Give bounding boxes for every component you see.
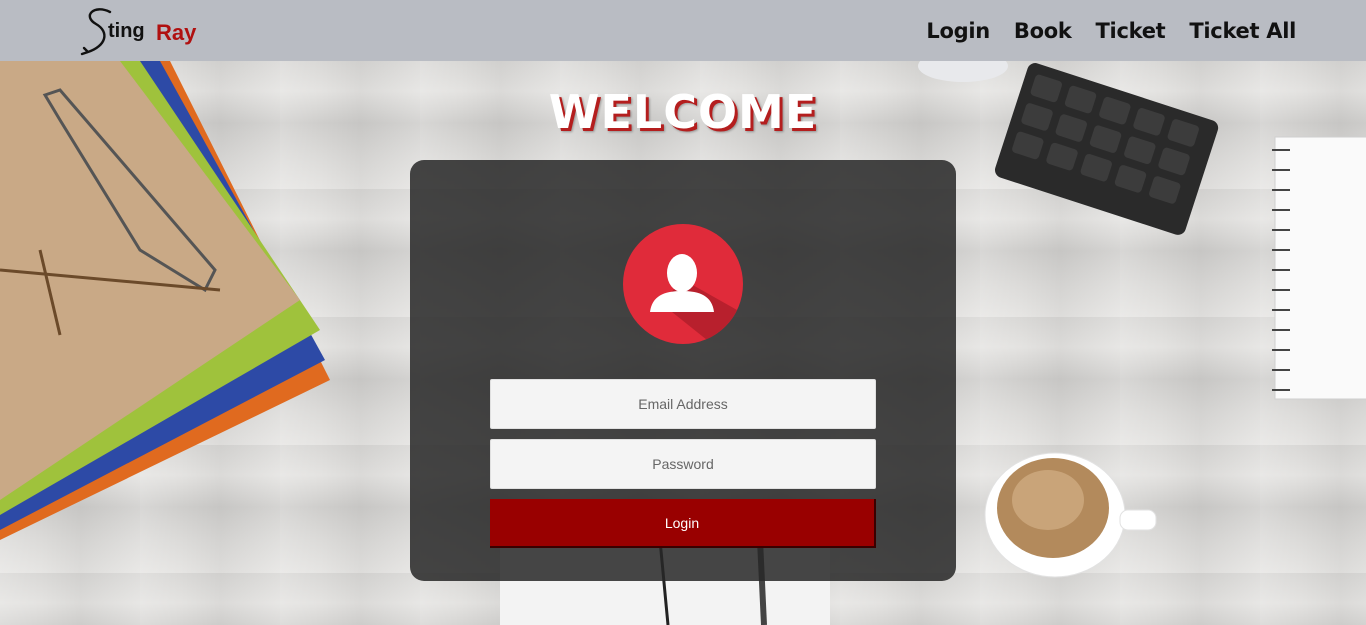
nav-book-link[interactable]: Book <box>1014 19 1072 43</box>
email-field[interactable] <box>490 379 876 429</box>
brand-name-part2: Ray <box>156 20 197 45</box>
login-card: Login <box>410 160 956 581</box>
login-button[interactable]: Login <box>490 499 876 548</box>
user-silhouette-icon <box>623 224 743 344</box>
brand-name-part1: ting <box>108 20 145 42</box>
nav-login-link[interactable]: Login <box>926 19 990 43</box>
top-navbar: ting Ray Login Book Ticket Ticket All <box>0 0 1366 61</box>
nav-ticket-all-link[interactable]: Ticket All <box>1189 19 1296 43</box>
main-nav: Login Book Ticket Ticket All <box>926 0 1296 61</box>
welcome-heading: WELCOME <box>548 85 818 139</box>
brand-logo[interactable]: ting Ray <box>78 0 208 60</box>
password-field[interactable] <box>490 439 876 489</box>
nav-ticket-link[interactable]: Ticket <box>1096 19 1166 43</box>
